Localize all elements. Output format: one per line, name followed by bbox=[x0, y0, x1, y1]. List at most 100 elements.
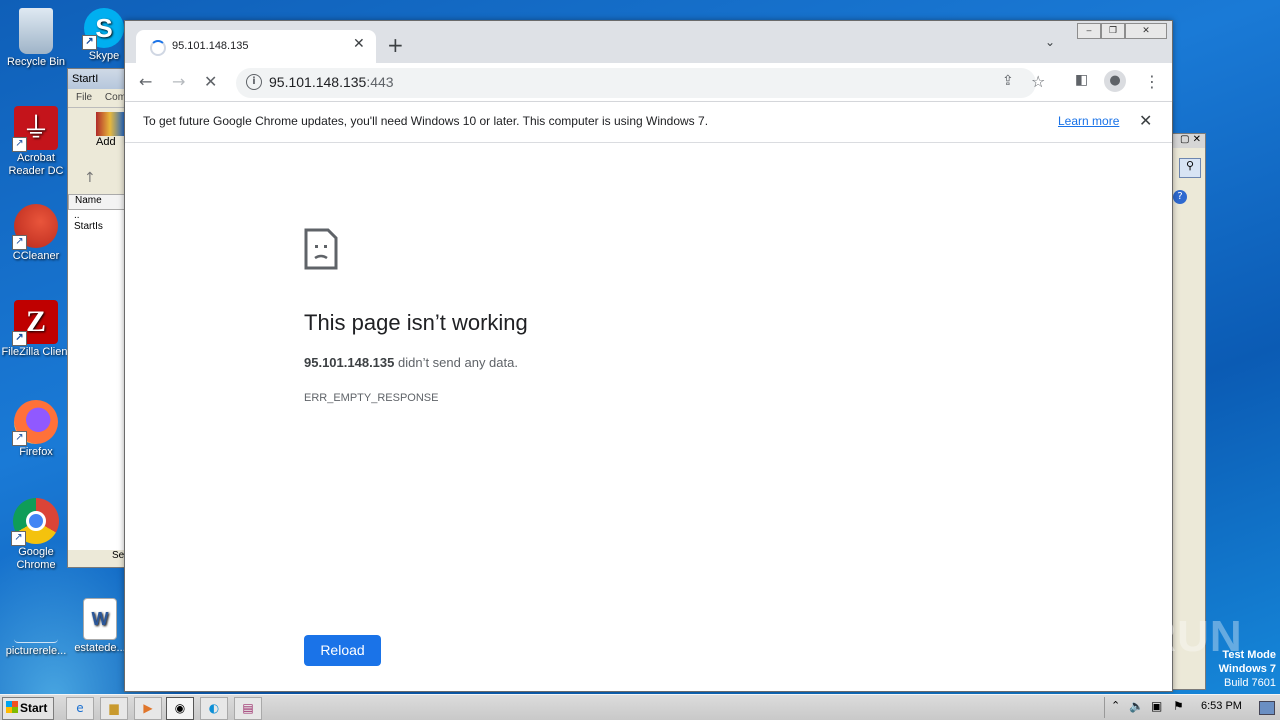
learn-more-link[interactable]: Learn more bbox=[1058, 114, 1119, 128]
page-content: This page isn’t working 95.101.148.135 d… bbox=[125, 143, 1172, 691]
media-player-icon[interactable]: ▶ bbox=[134, 697, 162, 720]
action-center-flag-icon[interactable]: ⚑ bbox=[1173, 699, 1184, 713]
start-button[interactable]: Start bbox=[2, 697, 54, 720]
clock[interactable]: 6:53 PM bbox=[1201, 700, 1242, 712]
taskbar: Start e ▆ ▶ ◉ ◐ ▤ ⌃ 🔈 ▣ ⚑ 6:53 PM bbox=[0, 694, 1280, 720]
winrar-taskbar-icon[interactable]: ▤ bbox=[234, 697, 262, 720]
share-icon[interactable]: ⇪ bbox=[1002, 73, 1014, 89]
desktop-icon-recycle-bin[interactable]: Recycle Bin bbox=[0, 8, 72, 69]
toolbar: ← → ✕ i 95.101.148.135:443 ⇪ ☆ ◧ ● ⋮ bbox=[125, 63, 1172, 102]
desktop-icon-ccleaner[interactable]: ↗ CCleaner bbox=[0, 204, 72, 263]
side-panel-icon[interactable]: ◧ bbox=[1075, 72, 1088, 88]
explorer-folder-icon[interactable]: ▆ bbox=[100, 697, 128, 720]
desktop-icon-acrobat[interactable]: ⏚ ↗ Acrobat Reader DC bbox=[0, 106, 72, 178]
test-mode-text: Test Mode Windows 7 Build 7601 bbox=[1190, 648, 1276, 690]
desktop-icon-label: FileZilla Client bbox=[1, 346, 71, 358]
stop-icon[interactable]: ✕ bbox=[204, 72, 217, 91]
add-label: Add bbox=[96, 136, 116, 148]
winrar-toolbar: Add bbox=[68, 107, 128, 170]
winrar-menu[interactable]: File Com bbox=[68, 89, 128, 107]
list-item[interactable]: .. bbox=[74, 210, 128, 221]
close-window-icon[interactable]: ✕ bbox=[1125, 23, 1167, 39]
desktop-icon-chrome[interactable]: ↗ Google Chrome bbox=[0, 498, 72, 572]
site-info-icon[interactable]: i bbox=[246, 74, 262, 90]
desktop-icon-estatede[interactable]: W estatede... bbox=[70, 598, 130, 655]
test-mode-line: Windows 7 bbox=[1218, 663, 1276, 675]
tab-title: 95.101.148.135 bbox=[172, 40, 249, 52]
test-mode-line: Build 7601 bbox=[1224, 677, 1276, 689]
taskbar-chrome-icon[interactable]: ◉ bbox=[166, 697, 194, 720]
column-header-name[interactable]: Name bbox=[68, 194, 128, 210]
error-title: This page isn’t working bbox=[304, 310, 528, 335]
window-controls-icon[interactable]: ▢ ✕ bbox=[1171, 134, 1205, 148]
desktop-icon-filezilla[interactable]: Z ↗ FileZilla Client bbox=[0, 300, 72, 359]
new-tab-icon[interactable]: + bbox=[387, 35, 404, 55]
restore-icon[interactable]: ❐ bbox=[1101, 23, 1125, 39]
profile-avatar-icon[interactable]: ● bbox=[1104, 70, 1126, 92]
bookmark-star-icon[interactable]: ☆ bbox=[1031, 72, 1045, 91]
reload-button[interactable]: Reload bbox=[304, 635, 381, 666]
add-archive-icon[interactable] bbox=[96, 112, 124, 136]
back-icon[interactable]: ← bbox=[139, 72, 152, 91]
desktop-icon-firefox[interactable]: ↗ Firefox bbox=[0, 400, 72, 459]
error-description: 95.101.148.135 didn’t send any data. bbox=[304, 355, 518, 370]
forward-icon[interactable]: → bbox=[172, 72, 185, 91]
address-url[interactable]: 95.101.148.135:443 bbox=[269, 74, 394, 90]
ccleaner-icon: ↗ bbox=[12, 204, 58, 250]
infobar-close-icon[interactable]: ✕ bbox=[1139, 111, 1152, 130]
error-desc-text: didn’t send any data. bbox=[394, 355, 518, 370]
desktop-icon-picture[interactable]: picturerele... bbox=[0, 598, 72, 658]
acrobat-reader-icon: ⏚ ↗ bbox=[12, 106, 58, 152]
tab-close-icon[interactable]: ✕ bbox=[353, 36, 365, 52]
system-tray: ⌃ 🔈 ▣ ⚑ 6:53 PM bbox=[1104, 697, 1279, 718]
error-code: ERR_EMPTY_RESPONSE bbox=[304, 392, 439, 404]
edge-icon[interactable]: ◐ bbox=[200, 697, 228, 720]
shortcut-arrow-icon: ↗ bbox=[12, 235, 27, 250]
chrome-window[interactable]: 95.101.148.135 ✕ + ⌄ ‒ ❐ ✕ ← → ✕ i 95.10… bbox=[124, 20, 1173, 692]
kebab-menu-icon[interactable]: ⋮ bbox=[1144, 72, 1160, 91]
desktop-icon-label: estatede... bbox=[74, 642, 126, 654]
show-hidden-icons-icon[interactable]: ⌃ bbox=[1111, 699, 1120, 712]
menu-commands[interactable]: Com bbox=[105, 92, 126, 103]
show-desktop-icon[interactable] bbox=[1259, 701, 1275, 715]
search-icon[interactable]: ⚲ bbox=[1179, 158, 1201, 178]
skype-icon: S ↗ bbox=[82, 8, 124, 50]
tab-active[interactable]: 95.101.148.135 ✕ bbox=[136, 30, 376, 63]
loading-spinner-icon bbox=[150, 40, 166, 56]
desktop-icon-label: CCleaner bbox=[12, 250, 60, 262]
start-label: Start bbox=[20, 701, 48, 715]
winrar-title: StartI bbox=[68, 69, 128, 89]
desktop-icon-label: Firefox bbox=[19, 446, 53, 458]
address-bar[interactable]: i 95.101.148.135:443 ⇪ ☆ bbox=[236, 68, 1045, 98]
internet-explorer-icon[interactable]: e bbox=[66, 697, 94, 720]
list-item[interactable]: StartIs bbox=[74, 221, 128, 232]
volume-icon[interactable]: 🔈 bbox=[1129, 699, 1144, 713]
file-list: .. StartIs bbox=[68, 210, 128, 550]
background-window-right[interactable]: ▢ ✕ ⚲ ? bbox=[1170, 133, 1206, 690]
tab-strip: 95.101.148.135 ✕ + ⌄ ‒ ❐ ✕ bbox=[125, 21, 1172, 63]
test-mode-line: Test Mode bbox=[1222, 649, 1276, 661]
recycle-bin-icon bbox=[19, 8, 53, 54]
tab-search-chevron-icon[interactable]: ⌄ bbox=[1045, 35, 1055, 49]
winrar-window[interactable]: StartI File Com Add ↑ Name .. StartIs Se bbox=[67, 68, 129, 568]
desktop-icon-label: picturerele... bbox=[5, 645, 67, 657]
minimize-icon[interactable]: ‒ bbox=[1077, 23, 1101, 39]
help-icon[interactable]: ? bbox=[1173, 190, 1187, 204]
desktop-icon-label: Recycle Bin bbox=[6, 56, 66, 68]
shortcut-arrow-icon: ↗ bbox=[12, 137, 27, 152]
up-arrow-icon[interactable]: ↑ bbox=[68, 170, 128, 190]
infobar-message: To get future Google Chrome updates, you… bbox=[143, 114, 709, 128]
url-host: 95.101.148.135 bbox=[269, 74, 367, 90]
google-chrome-icon: ↗ bbox=[11, 498, 59, 546]
blank-file-icon bbox=[14, 598, 58, 643]
error-host: 95.101.148.135 bbox=[304, 355, 395, 370]
status-bar: Se bbox=[112, 550, 125, 561]
network-icon[interactable]: ▣ bbox=[1151, 699, 1162, 713]
sad-page-icon bbox=[304, 228, 338, 270]
url-port: :443 bbox=[366, 74, 394, 90]
word-document-icon: W bbox=[83, 598, 117, 640]
filezilla-icon: Z ↗ bbox=[12, 300, 58, 346]
desktop-icon-label: Acrobat Reader DC bbox=[8, 152, 64, 177]
menu-file[interactable]: File bbox=[76, 92, 92, 103]
desktop-icon-label: Google Chrome bbox=[16, 546, 56, 571]
